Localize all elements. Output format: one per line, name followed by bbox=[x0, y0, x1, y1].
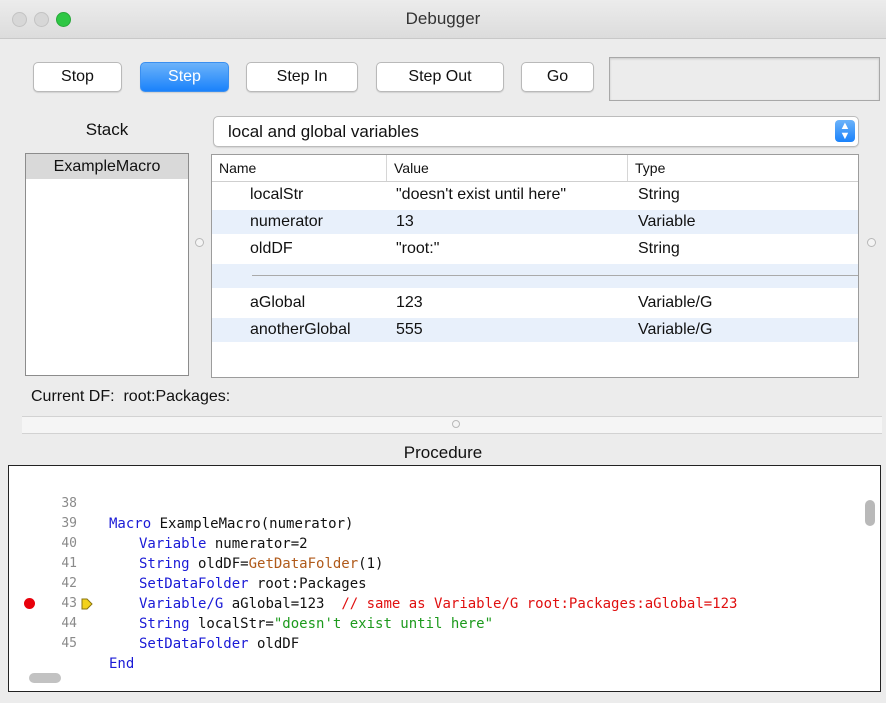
table-row[interactable]: aGlobal 123 Variable/G bbox=[212, 291, 858, 315]
var-name: localStr bbox=[250, 186, 304, 203]
table-row[interactable]: numerator 13 Variable bbox=[212, 210, 858, 234]
var-type: Variable bbox=[638, 213, 696, 230]
status-field bbox=[609, 57, 880, 101]
code-string: "doesn't exist until here" bbox=[273, 616, 494, 632]
local-global-divider bbox=[252, 275, 858, 276]
stack-splitter-handle[interactable] bbox=[195, 238, 204, 247]
horizontal-scrollbar[interactable] bbox=[29, 673, 61, 683]
pane-splitter-handle[interactable] bbox=[452, 420, 460, 428]
code-keyword: String bbox=[139, 616, 190, 632]
code-line[interactable]: 45 End bbox=[9, 614, 134, 672]
var-name: numerator bbox=[250, 213, 323, 230]
code-keyword: SetDataFolder bbox=[139, 636, 249, 652]
stop-button[interactable]: Stop bbox=[33, 62, 122, 92]
column-header-type[interactable]: Type bbox=[628, 155, 858, 181]
vertical-scrollbar[interactable] bbox=[865, 500, 875, 526]
vars-splitter-handle[interactable] bbox=[867, 238, 876, 247]
variables-selector[interactable]: local and global variables ▲ ▼ bbox=[213, 116, 859, 147]
code-text: oldDF bbox=[248, 636, 300, 652]
line-number: 41 bbox=[61, 556, 77, 571]
current-df-value: root:Packages: bbox=[123, 388, 231, 405]
code-text: (1) bbox=[358, 556, 384, 572]
line-number: 38 bbox=[61, 496, 77, 511]
var-name: aGlobal bbox=[250, 294, 306, 311]
breakpoint-icon[interactable] bbox=[24, 598, 35, 609]
code-line[interactable]: 43 String localStr="doesn't exist until … bbox=[9, 574, 493, 632]
code-line[interactable]: 40 String oldDF=GetDataFolder(1) bbox=[9, 514, 383, 572]
window-title: Debugger bbox=[405, 9, 481, 28]
current-df-label: Current DF: bbox=[31, 388, 115, 405]
stack-item[interactable]: ExampleMacro bbox=[26, 154, 188, 179]
code-line[interactable]: 41 SetDataFolder root:Packages bbox=[9, 534, 366, 592]
table-header: Name Value Type bbox=[212, 155, 858, 182]
column-header-name[interactable]: Name bbox=[212, 155, 387, 181]
step-out-button[interactable]: Step Out bbox=[376, 62, 504, 92]
line-number: 43 bbox=[61, 596, 77, 611]
var-value: 555 bbox=[396, 321, 423, 338]
table-row[interactable]: oldDF "root:" String bbox=[212, 237, 858, 261]
var-type: Variable/G bbox=[638, 294, 713, 311]
code-text: numerator=2 bbox=[206, 536, 308, 552]
separator-row bbox=[212, 264, 858, 288]
var-type: String bbox=[638, 186, 680, 203]
procedure-editor[interactable]: 38 Macro ExampleMacro(numerator) 39 Vari… bbox=[8, 465, 881, 692]
var-value: 13 bbox=[396, 213, 414, 230]
stack-label: Stack bbox=[85, 120, 129, 139]
code-text: root:Packages bbox=[248, 576, 367, 592]
table-row[interactable]: anotherGlobal 555 Variable/G bbox=[212, 318, 858, 342]
column-header-value[interactable]: Value bbox=[387, 155, 628, 181]
step-in-button[interactable]: Step In bbox=[246, 62, 358, 92]
code-text: aGlobal=123 bbox=[223, 596, 342, 612]
procedure-label: Procedure bbox=[403, 443, 483, 462]
title-bar: Debugger bbox=[0, 0, 886, 39]
code-keyword: End bbox=[109, 656, 135, 672]
var-value: "doesn't exist until here" bbox=[396, 186, 567, 203]
line-number: 39 bbox=[61, 516, 77, 531]
line-number: 44 bbox=[61, 616, 77, 631]
current-line-arrow-icon bbox=[81, 598, 93, 610]
code-keyword: Macro bbox=[109, 516, 152, 532]
code-function: GetDataFolder bbox=[248, 556, 359, 572]
code-line[interactable]: 39 Variable numerator=2 bbox=[9, 494, 307, 552]
code-text: ExampleMacro(numerator) bbox=[151, 516, 354, 532]
variables-selector-value: local and global variables bbox=[228, 122, 419, 141]
code-comment: // same as Variable/G root:Packages:aGlo… bbox=[341, 596, 738, 612]
code-keyword: SetDataFolder bbox=[139, 576, 249, 592]
var-type: Variable/G bbox=[638, 321, 713, 338]
step-button[interactable]: Step bbox=[140, 62, 229, 92]
go-button[interactable]: Go bbox=[521, 62, 594, 92]
var-value: "root:" bbox=[396, 240, 440, 257]
var-value: 123 bbox=[396, 294, 423, 311]
code-text: localStr= bbox=[189, 616, 274, 632]
code-keyword: String bbox=[139, 556, 190, 572]
line-number: 42 bbox=[61, 576, 77, 591]
code-line[interactable]: 38 Macro ExampleMacro(numerator) bbox=[9, 474, 353, 532]
stack-list[interactable]: ExampleMacro bbox=[25, 153, 189, 376]
line-number: 40 bbox=[61, 536, 77, 551]
variables-table[interactable]: Name Value Type localStr "doesn't exist … bbox=[211, 154, 859, 378]
chevron-updown-icon: ▲ ▼ bbox=[835, 120, 855, 142]
code-line[interactable]: 42 Variable/G aGlobal=123 // same as Var… bbox=[9, 554, 737, 612]
pane-splitter[interactable] bbox=[22, 416, 882, 434]
var-name: oldDF bbox=[250, 240, 293, 257]
code-keyword: Variable/G bbox=[139, 596, 224, 612]
table-row[interactable]: localStr "doesn't exist until here" Stri… bbox=[212, 183, 858, 207]
code-keyword: Variable bbox=[139, 536, 207, 552]
code-line[interactable]: 46 bbox=[9, 634, 43, 648]
var-name: anotherGlobal bbox=[250, 321, 351, 338]
current-data-folder: Current DF: root:Packages: bbox=[31, 388, 230, 406]
var-type: String bbox=[638, 240, 680, 257]
code-text: oldDF= bbox=[189, 556, 249, 572]
line-number: 45 bbox=[61, 636, 77, 651]
